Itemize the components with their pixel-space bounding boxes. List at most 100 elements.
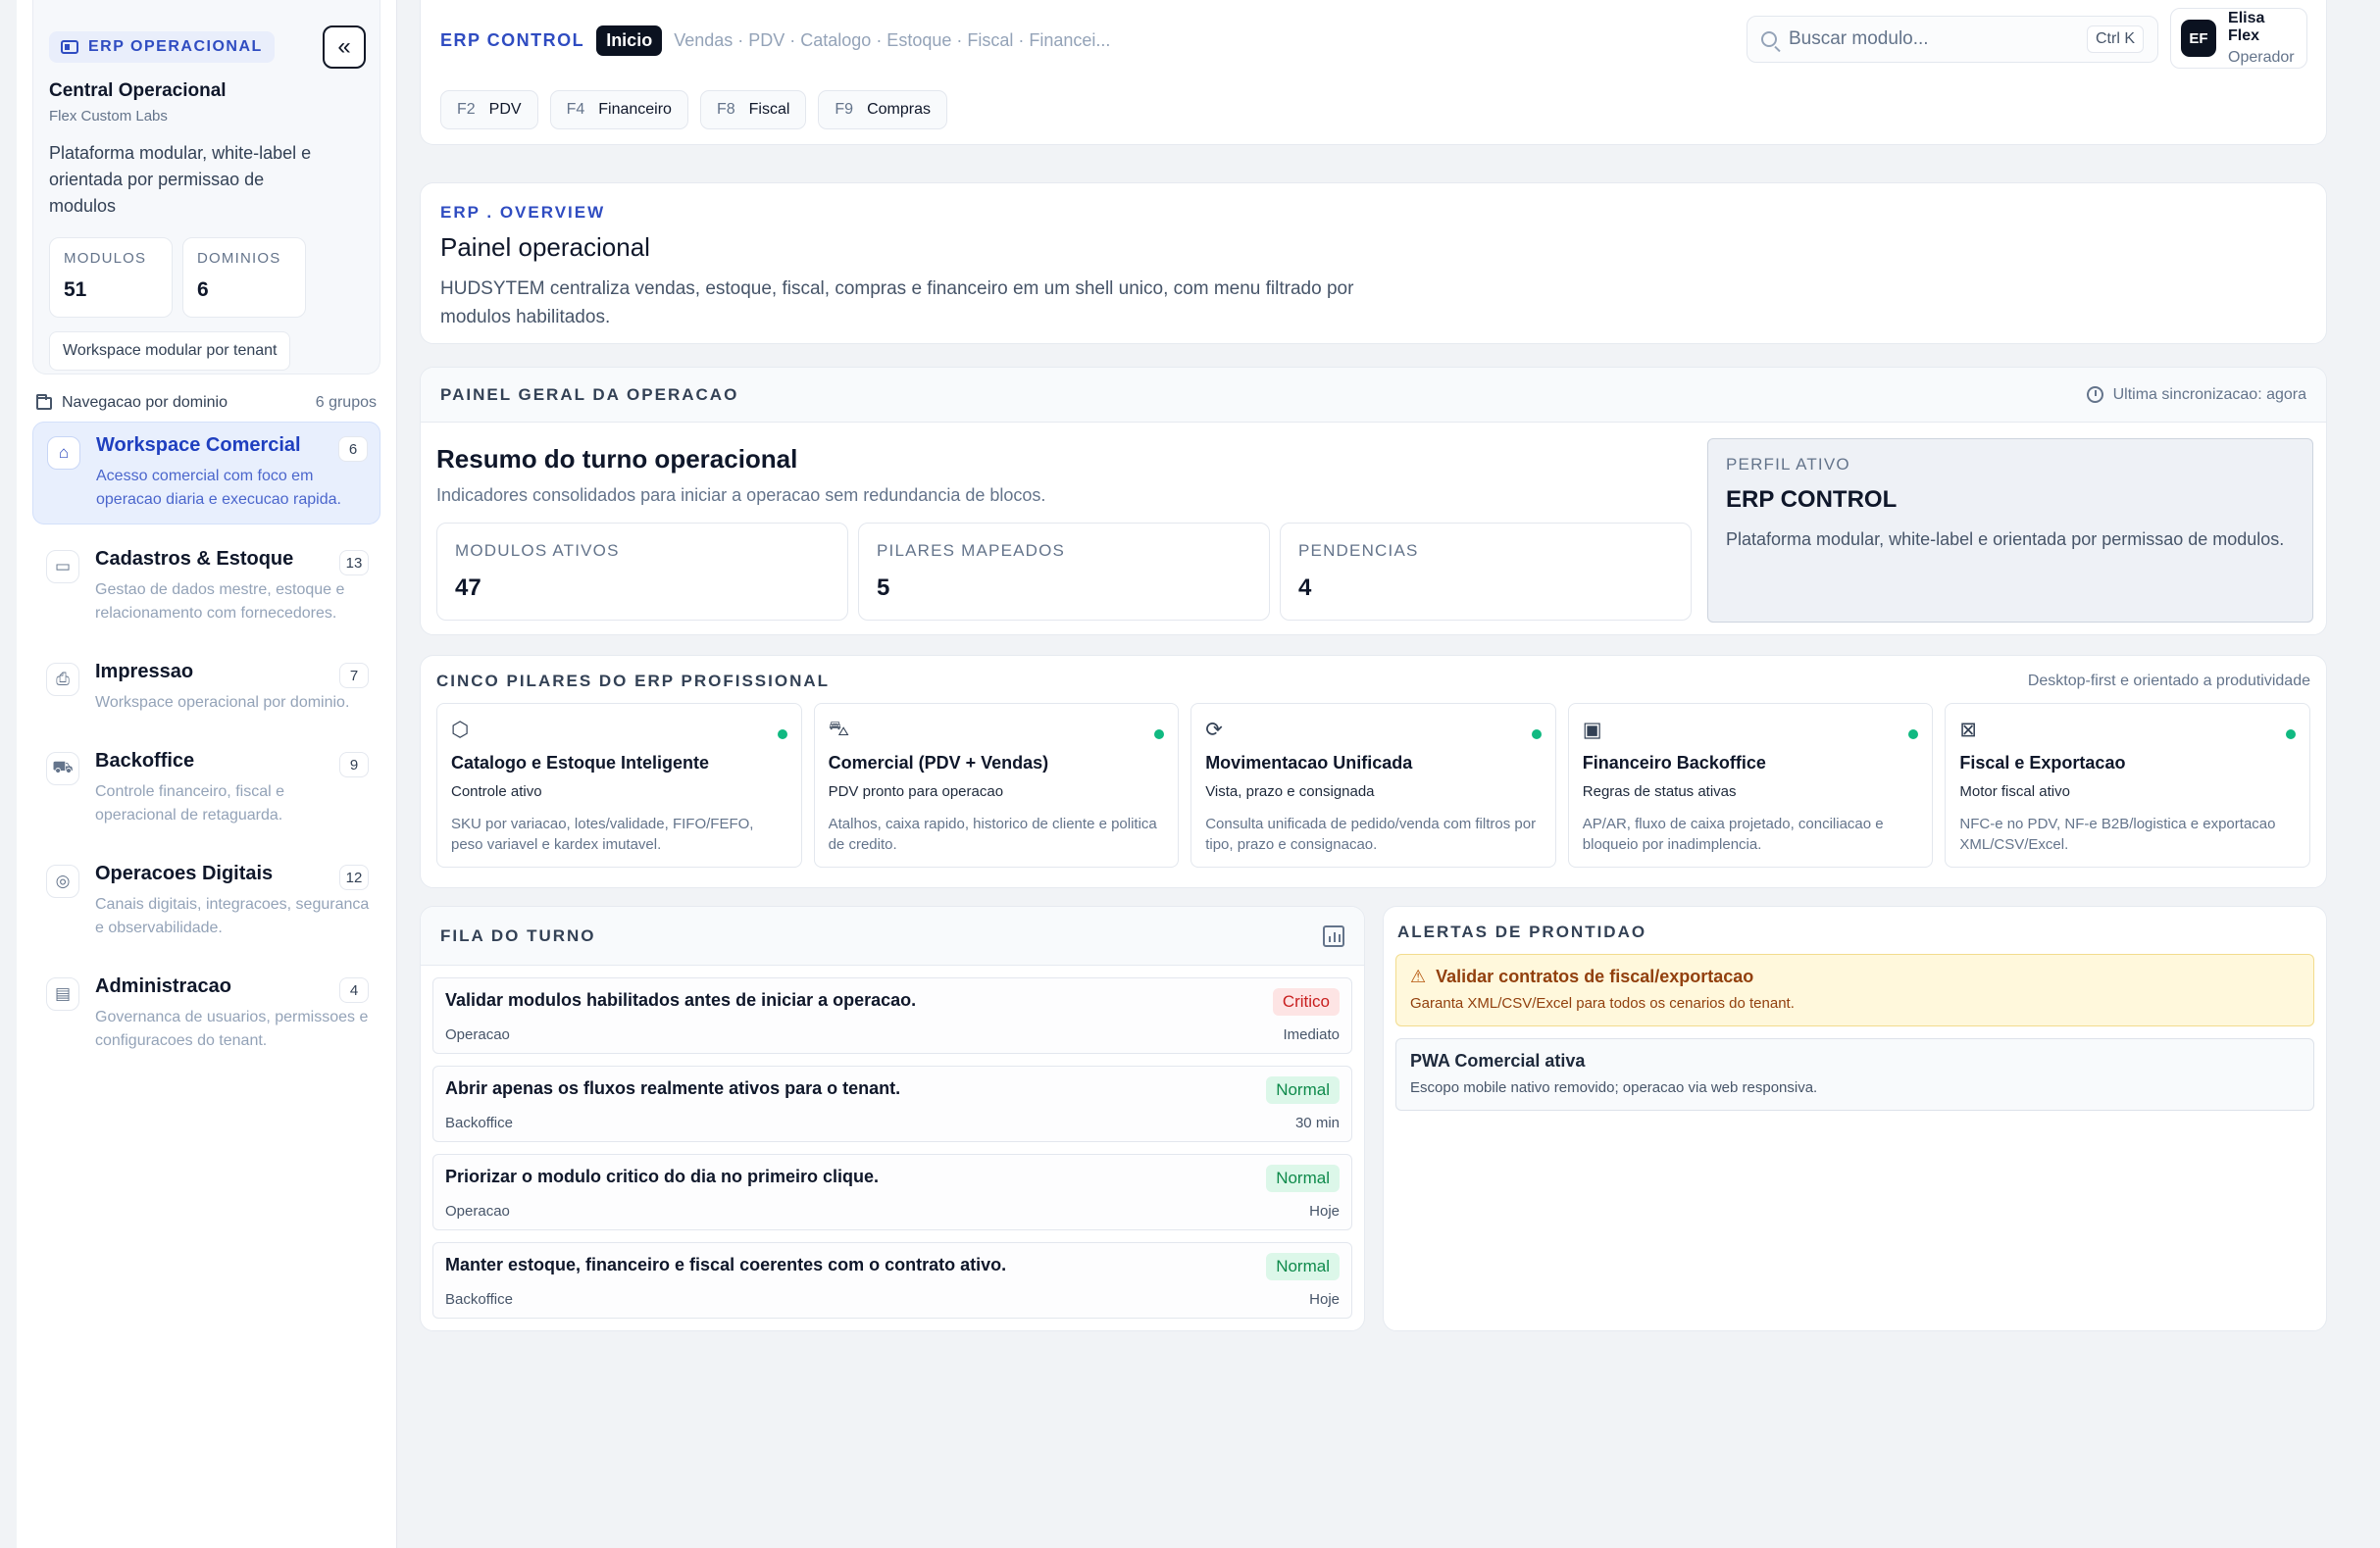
app-brand[interactable]: ERP CONTROL: [440, 30, 584, 51]
warning-icon: ⚠: [1410, 967, 1427, 986]
pilar-description: Consulta unificada de pedido/venda com f…: [1205, 816, 1537, 853]
pilar-card-financeiro[interactable]: ▣ Financeiro Backoffice Regras de status…: [1567, 703, 1934, 868]
sidebar-item-count: 12: [339, 865, 369, 890]
kpi-label: PILARES MAPEADOS: [877, 541, 1066, 560]
task-category: Backoffice: [445, 1115, 513, 1131]
status-dot: [2285, 729, 2296, 739]
search-icon: [1761, 31, 1777, 47]
sidebar-item-desc: Acesso comercial com foco em operacao di…: [96, 468, 341, 508]
resumo-subtitle: Indicadores consolidados para iniciar a …: [436, 485, 1046, 505]
sidebar-item-count: 9: [339, 752, 369, 777]
sidebar-item-count: 7: [339, 663, 369, 688]
section-title: CINCO PILARES DO ERP PROFISSIONAL: [436, 672, 831, 690]
sidebar-item-count: 4: [339, 977, 369, 1003]
bar-chart-icon[interactable]: [1323, 924, 1344, 947]
shortcut-compras[interactable]: F9 Compras: [818, 90, 947, 129]
module-search[interactable]: Ctrl K: [1747, 16, 2158, 63]
sidebar-item-cadastros-estoque[interactable]: ▭ Cadastros & Estoque Gestao de dados me…: [32, 536, 380, 637]
pilar-title: Fiscal e Exportacao: [1959, 753, 2126, 773]
pilar-card-movimentacao[interactable]: ⟳ Movimentacao Unificada Vista, prazo e …: [1190, 703, 1556, 868]
task-row[interactable]: Manter estoque, financeiro e fiscal coer…: [432, 1242, 1352, 1319]
sidebar-item-label: Backoffice: [95, 750, 195, 772]
pilares-card: CINCO PILARES DO ERP PROFISSIONAL Deskto…: [420, 655, 2327, 888]
priority-badge: Normal: [1266, 1253, 1340, 1280]
overview-description: HUDSYTEM centraliza vendas, estoque, fis…: [440, 278, 1354, 327]
sidebar-item-label: Operacoes Digitais: [95, 863, 274, 884]
pilar-subtitle: Motor fiscal ativo: [1959, 783, 2070, 800]
shortcut-bar: F2 PDV F4 Financeiro F8 Fiscal F9 Compras: [440, 90, 947, 129]
alert-warning[interactable]: ⚠ Validar contratos de fiscal/exportacao…: [1395, 954, 2314, 1026]
sidebar: ERP OPERACIONAL « Central Operacional Fl…: [17, 0, 397, 1548]
task-row[interactable]: Priorizar o modulo critico do dia no pri…: [432, 1154, 1352, 1230]
sidebar-item-desc: Governanca de usuarios, permissoes e con…: [95, 1009, 369, 1049]
tenant-chip: Workspace modular por tenant: [49, 331, 291, 371]
page-title: Painel operacional: [440, 232, 650, 262]
workspace-description: Plataforma modular, white-label e orient…: [49, 143, 312, 216]
brand-label: ERP OPERACIONAL: [88, 38, 263, 55]
painel-geral-card: PAINEL GERAL DA OPERACAO Ultima sincroni…: [420, 367, 2327, 635]
shortcut-financeiro[interactable]: F4 Financeiro: [549, 90, 688, 129]
collapse-sidebar-button[interactable]: «: [323, 25, 366, 69]
kpi-value: 5: [877, 574, 890, 601]
workspace-title: Central Operacional: [49, 80, 227, 101]
id-card-icon: [61, 40, 78, 54]
user-menu[interactable]: EF Elisa Flex Operador: [2170, 8, 2307, 69]
sidebar-item-desc: Canais digitais, integracoes, seguranca …: [95, 896, 370, 936]
home-icon: ⌂: [47, 436, 80, 470]
pilar-card-catalogo[interactable]: ⬡ Catalogo e Estoque Inteligente Control…: [436, 703, 802, 868]
id-card-icon: ▤: [46, 977, 79, 1011]
sidebar-item-operacoes-digitais[interactable]: ◎ Operacoes Digitais Canais digitais, in…: [32, 851, 380, 952]
search-shortcut-hint: Ctrl K: [2087, 25, 2144, 53]
search-input[interactable]: [1789, 28, 2075, 50]
alert-info[interactable]: PWA Comercial ativa Escopo mobile nativo…: [1395, 1038, 2314, 1111]
kpi-value: 47: [455, 574, 481, 601]
task-title: Manter estoque, financeiro e fiscal coer…: [445, 1255, 1007, 1274]
shortcut-label: Fiscal: [748, 101, 790, 118]
section-title: FILA DO TURNO: [440, 925, 596, 945]
overview-card: ERP . OVERVIEW Painel operacional HUDSYT…: [420, 182, 2327, 344]
shortcut-key: F4: [566, 101, 585, 118]
brand-card: ERP OPERACIONAL « Central Operacional Fl…: [32, 0, 380, 375]
sidebar-stats: MODULOS 51 DOMINIOS 6: [49, 237, 364, 318]
shortcut-key: F2: [457, 101, 476, 118]
pilar-description: Atalhos, caixa rapido, historico de clie…: [828, 816, 1157, 853]
stat-dominios: DOMINIOS 6: [182, 237, 306, 318]
pilar-description: AP/AR, fluxo de caixa projetado, concili…: [1582, 816, 1884, 853]
task-row[interactable]: Abrir apenas os fluxos realmente ativos …: [432, 1066, 1352, 1142]
task-row[interactable]: Validar modulos habilitados antes de ini…: [432, 977, 1352, 1054]
sidebar-item-backoffice[interactable]: ⛟ Backoffice Controle financeiro, fiscal…: [32, 738, 380, 839]
kpi-modulos-ativos: MODULOS ATIVOS 47: [436, 523, 848, 621]
sidebar-item-desc: Gestao de dados mestre, estoque e relaci…: [95, 581, 345, 622]
nav-heading-label: Navegacao por dominio: [62, 394, 228, 411]
sidebar-item-administracao[interactable]: ▤ Administracao Governanca de usuarios, …: [32, 964, 380, 1065]
cash-icon: ▣: [1582, 719, 1602, 741]
user-name: Elisa Flex: [2228, 10, 2265, 44]
breadcrumb-home[interactable]: Inicio: [596, 25, 663, 56]
task-deadline: Imediato: [1283, 1026, 1340, 1043]
kpi-value: 4: [1298, 574, 1312, 601]
sidebar-item-desc: Controle financeiro, fiscal e operaciona…: [95, 783, 284, 824]
pilar-card-comercial[interactable]: ⛍ Comercial (PDV + Vendas) PDV pronto pa…: [813, 703, 1180, 868]
painel-header: PAINEL GERAL DA OPERACAO Ultima sincroni…: [421, 368, 2326, 423]
printer-icon: ⎙: [46, 663, 79, 696]
nav-groups-count: 6 grupos: [315, 394, 377, 411]
pilar-subtitle: Controle ativo: [451, 783, 542, 800]
stat-modulos: MODULOS 51: [49, 237, 173, 318]
sidebar-item-count: 6: [338, 436, 368, 462]
task-title: Priorizar o modulo critico do dia no pri…: [445, 1167, 880, 1186]
refresh-icon: ⟳: [1205, 719, 1223, 741]
kpi-pilares-mapeados: PILARES MAPEADOS 5: [858, 523, 1270, 621]
pilar-description: SKU por variacao, lotes/validade, FIFO/F…: [451, 816, 754, 853]
receipt-icon: ⊠: [1959, 719, 1977, 741]
kpi-label: PENDENCIAS: [1298, 541, 1419, 560]
alert-title: Validar contratos de fiscal/exportacao: [1436, 967, 1754, 986]
shortcut-pdv[interactable]: F2 PDV: [440, 90, 538, 129]
pilar-card-fiscal[interactable]: ⊠ Fiscal e Exportacao Motor fiscal ativo…: [1945, 703, 2310, 868]
sidebar-item-impressao[interactable]: ⎙ Impressao Workspace operacional por do…: [32, 649, 380, 726]
sidebar-item-workspace-comercial[interactable]: ⌂ Workspace Comercial Acesso comercial c…: [32, 422, 380, 524]
brand-badge: ERP OPERACIONAL: [49, 31, 275, 63]
breadcrumb: ERP CONTROL Inicio Vendas · PDV · Catalo…: [440, 25, 1110, 56]
stat-value: 51: [64, 278, 87, 301]
shortcut-fiscal[interactable]: F8 Fiscal: [699, 90, 807, 129]
section-title: ALERTAS DE PRONTIDAO: [1397, 923, 1647, 941]
